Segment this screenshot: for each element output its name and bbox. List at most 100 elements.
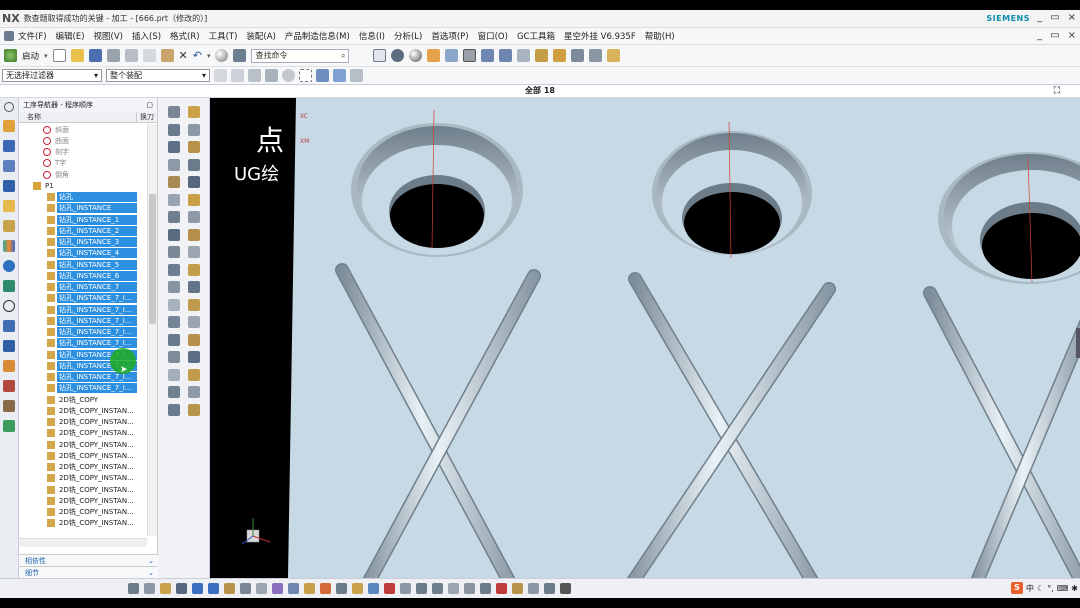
search-icon[interactable]: ⌕ [341,51,345,61]
deselect-icon[interactable] [248,69,261,82]
fit-view-icon[interactable] [373,49,387,62]
doc-maximize-button[interactable]: ▭ [1050,30,1059,41]
bottom-tool-icon[interactable] [304,583,315,594]
doc-minimize-button[interactable]: _ [1037,30,1042,41]
paste-icon[interactable] [160,49,174,62]
sketch-tool-icon[interactable] [188,281,200,293]
sketch-tool-icon[interactable] [188,176,200,188]
sketch-tool-icon[interactable] [168,193,180,206]
model-canvas[interactable]: 点 UG绘 XC XM [210,98,1080,578]
fullscreen-icon[interactable]: ⛶ [1054,85,1060,97]
tree-row[interactable]: 曲面 [19,135,147,146]
tree-row[interactable]: 钻孔_INSTANCE_2 [19,225,147,236]
sketch-tool-icon[interactable] [168,403,180,416]
bottom-tool-icon[interactable] [496,583,507,594]
tree-row[interactable]: 钻孔_INSTANCE [19,203,147,214]
dimension-icon[interactable] [589,49,603,62]
menu-icon[interactable] [4,31,14,41]
bottom-tool-icon[interactable] [400,583,411,594]
cube-view-icon[interactable] [517,49,531,62]
tree-row[interactable]: 钻孔_INSTANCE_6 [19,270,147,281]
system-scenes-icon[interactable] [3,380,15,392]
bottom-tool-icon[interactable] [528,583,539,594]
tree-row[interactable]: 2D铣_COPY_INSTAN... [19,462,147,473]
menu-view[interactable]: 视图(V) [94,30,123,42]
sketch-tool-icon[interactable] [188,368,200,381]
menu-pmi[interactable]: 产品制造信息(M) [285,30,350,42]
part-select-icon[interactable] [333,69,346,82]
sketch-tool-icon[interactable] [168,281,180,293]
cut-icon[interactable] [124,49,138,62]
tree-row[interactable]: 2D铣_COPY_INSTAN... [19,473,147,484]
bottom-tool-icon[interactable] [208,583,219,594]
measure-icon[interactable] [535,49,549,62]
sketch-tool-icon[interactable] [168,141,180,153]
render-style-icon[interactable] [391,49,405,62]
bottom-tool-icon[interactable] [352,583,363,594]
layer-icon[interactable] [445,49,459,62]
tree-row[interactable]: 2D铣_COPY_INSTAN... [19,439,147,450]
column-name-header[interactable]: 名称 [19,112,137,122]
bottom-tool-icon[interactable] [176,583,187,594]
tree-row[interactable]: 钻孔_INSTANCE_3 [19,237,147,248]
menu-tools[interactable]: 工具(T) [209,30,238,42]
new-file-icon[interactable] [52,49,66,62]
program-order-icon[interactable] [3,180,15,192]
dependency-section[interactable]: 相依性 ⌄ [19,554,158,566]
tree-row[interactable]: 2D铣_COPY_INSTAN... [19,495,147,506]
sketch-tool-icon[interactable] [168,333,180,346]
sketch-tool-icon[interactable] [168,368,180,381]
sketch-tool-icon[interactable] [188,211,200,223]
clock-icon[interactable] [3,300,15,312]
tree-row[interactable]: 钻孔_INSTANCE_7_I... [19,338,147,349]
rectangle-select-icon[interactable] [299,69,312,82]
view-select-icon[interactable] [316,69,329,82]
part-navigator-icon[interactable] [3,160,15,172]
tree-row[interactable]: P1 [19,180,147,191]
menu-analysis[interactable]: 分析(L) [394,30,422,42]
scrollbar-thumb[interactable] [149,194,156,324]
more-select-icon[interactable] [350,69,363,82]
bottom-tool-icon[interactable] [544,583,555,594]
sketch-tool-icon[interactable] [168,386,180,398]
tree-row[interactable]: 2D铣_COPY_INSTAN... [19,484,147,495]
machine-tool-icon[interactable] [3,140,15,152]
sketch-tool-icon[interactable] [168,211,180,223]
process-studio-icon[interactable] [3,320,15,332]
tree-row[interactable]: 钻孔_INSTANCE_1 [19,214,147,225]
navigator-vertical-scrollbar[interactable] [147,124,157,536]
sketch-tool-icon[interactable] [168,246,180,258]
start-dropdown-icon[interactable]: ▾ [44,52,48,60]
assembly-scope-dropdown[interactable]: 整个装配 ▾ [106,69,210,82]
select-all-icon[interactable] [231,69,244,82]
tree-row[interactable]: 2D铣_COPY_INSTAN... [19,417,147,428]
sketch-tool-icon[interactable] [188,403,200,416]
sketch-tool-icon[interactable] [188,246,200,258]
graphics-viewport[interactable]: 点 UG绘 XC XM [210,98,1080,578]
orient-view-icon[interactable] [499,49,513,62]
maximize-button[interactable]: ▭ [1050,12,1059,23]
bottom-tool-icon[interactable] [512,583,523,594]
sketch-tool-icon[interactable] [168,316,180,328]
sketch-tool-icon[interactable] [168,351,180,363]
bottom-tool-icon[interactable] [448,583,459,594]
tree-row[interactable]: T字 [19,158,147,169]
bottom-tool-icon[interactable] [160,583,171,594]
menu-info[interactable]: 信息(I) [359,30,385,42]
sketch-tool-icon[interactable] [188,386,200,398]
ime-indicator[interactable]: S 中 ☾ °, ⌨ ✱ [1011,582,1078,594]
bottom-tool-icon[interactable] [368,583,379,594]
sketch-tool-icon[interactable] [188,141,200,153]
bottom-tool-icon[interactable] [480,583,491,594]
sketch-tool-icon[interactable] [188,193,200,206]
menu-edit[interactable]: 编辑(E) [56,30,85,42]
tree-row[interactable]: 2D铣_COPY_INSTAN... [19,518,147,529]
bottom-tool-icon[interactable] [288,583,299,594]
sketch-tool-icon[interactable] [168,158,180,171]
hide-show-icon[interactable] [427,49,441,62]
background-icon[interactable] [463,49,477,62]
details-section[interactable]: 细节 ⌄ [19,566,158,578]
tree-row[interactable]: 2D铣_COPY_INSTAN... [19,428,147,439]
tree-row[interactable]: 斜面 [19,124,147,135]
bottom-tool-icon[interactable] [144,583,155,594]
